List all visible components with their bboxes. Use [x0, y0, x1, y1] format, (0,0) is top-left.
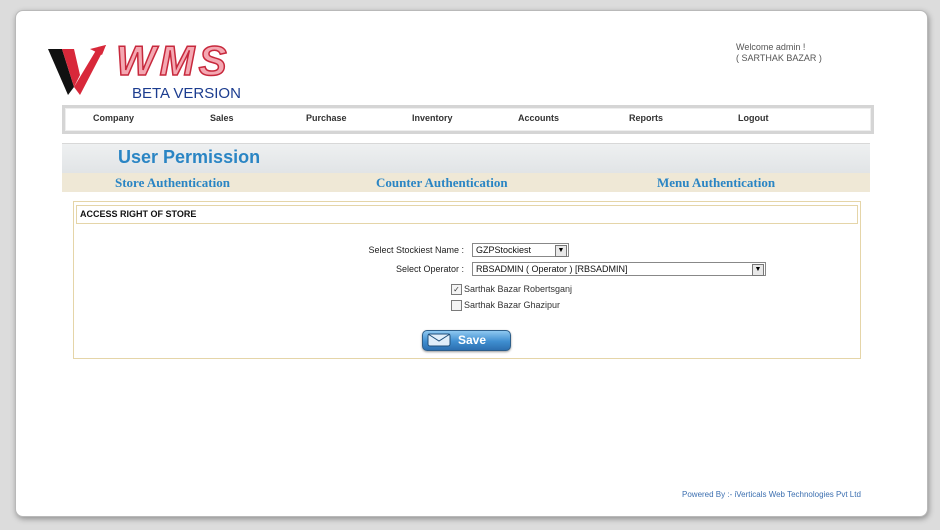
logo-text: WMS [115, 36, 231, 85]
page-title: User Permission [118, 147, 261, 167]
app-window: WMS BETA VERSION Welcome admin ! ( SARTH… [15, 10, 928, 517]
menu-item-inventory[interactable]: Inventory [412, 113, 453, 123]
menu-item-sales[interactable]: Sales [210, 113, 234, 123]
checkbox-checked-icon[interactable]: ✓ [451, 284, 462, 296]
store-option-robertsganj[interactable]: ✓ Sarthak Bazar Robertsganj [451, 284, 573, 296]
main-menu-bar: Company Sales Purchase Inventory Account… [62, 105, 874, 134]
menu-item-accounts[interactable]: Accounts [518, 113, 559, 123]
menu-item-logout[interactable]: Logout [738, 113, 769, 123]
welcome-message: Welcome admin ! ( SARTHAK BAZAR ) [736, 42, 822, 64]
dropdown-arrow-icon: ▼ [752, 264, 764, 276]
store-option-ghazipur[interactable]: Sarthak Bazar Ghazipur [451, 300, 561, 312]
dropdown-arrow-icon: ▼ [555, 245, 567, 257]
panel-header: ACCESS RIGHT OF STORE [76, 205, 858, 224]
envelope-icon [427, 333, 451, 347]
welcome-store: ( SARTHAK BAZAR ) [736, 53, 822, 63]
operator-label: Select Operator : [395, 264, 464, 274]
tab-store-authentication[interactable]: Store Authentication [115, 175, 230, 191]
menu-item-reports[interactable]: Reports [629, 113, 663, 123]
operator-select-value: RBSADMIN ( Operator ) [RBSADMIN] [476, 264, 628, 274]
menu-item-company[interactable]: Company [93, 113, 134, 123]
tab-counter-authentication[interactable]: Counter Authentication [376, 175, 508, 191]
welcome-user: Welcome admin ! [736, 42, 806, 52]
v-logo-mark-icon [48, 45, 106, 95]
logo-subtitle: BETA VERSION [132, 85, 241, 102]
auth-tabs: Store Authentication Counter Authenticat… [62, 173, 870, 192]
store-option-label: Sarthak Bazar Robertsganj [464, 284, 573, 294]
stockiest-select[interactable]: GZPStockiest ▼ [472, 243, 569, 257]
page-title-band: User Permission [62, 143, 870, 173]
panel-heading: ACCESS RIGHT OF STORE [80, 209, 197, 219]
save-button-label: Save [458, 333, 487, 347]
stockiest-select-value: GZPStockiest [476, 245, 532, 255]
access-right-panel: ACCESS RIGHT OF STORE Select Stockiest N… [73, 201, 861, 359]
tab-menu-authentication[interactable]: Menu Authentication [657, 175, 775, 191]
checkbox-unchecked-icon[interactable] [451, 300, 462, 312]
store-option-label: Sarthak Bazar Ghazipur [464, 300, 561, 310]
logo: WMS BETA VERSION [46, 36, 276, 107]
save-button[interactable]: Save [422, 330, 511, 351]
stockiest-label: Select Stockiest Name : [368, 245, 464, 255]
footer-credit: Powered By :- iVerticals Web Technologie… [682, 490, 861, 499]
operator-select[interactable]: RBSADMIN ( Operator ) [RBSADMIN] ▼ [472, 262, 766, 276]
menu-item-purchase[interactable]: Purchase [306, 113, 347, 123]
